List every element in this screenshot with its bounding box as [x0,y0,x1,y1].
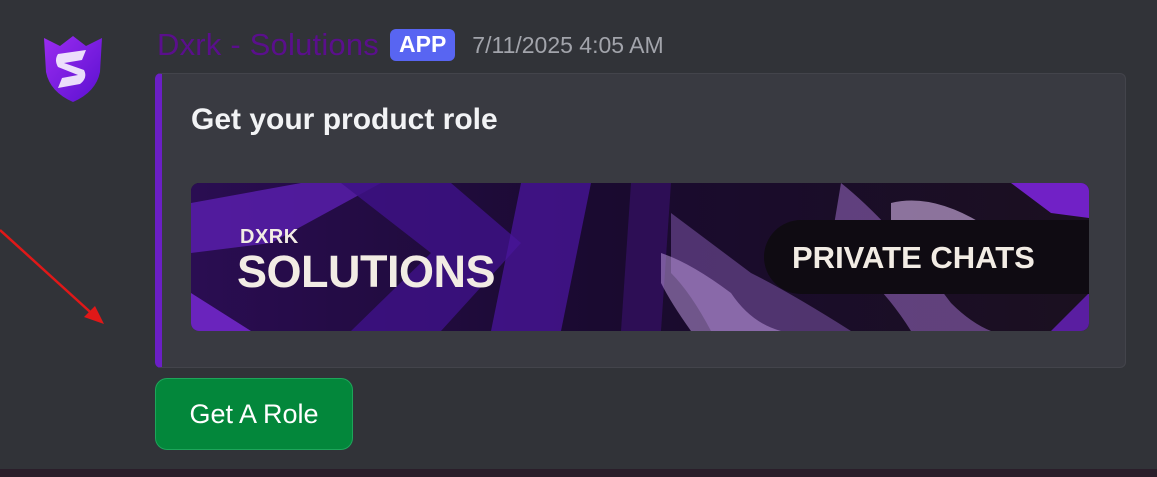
avatar[interactable] [40,32,106,104]
chat-area: Dxrk - Solutions APP 7/11/2025 4:05 AM G… [0,0,1157,477]
banner-big-text: SOLUTIONS [237,246,496,297]
username[interactable]: Dxrk - Solutions [157,27,379,63]
embed-card: Get your product role DXRK SOLUTIONS PRI… [155,73,1126,368]
shield-s-logo-icon [44,36,102,102]
get-a-role-button[interactable]: Get A Role [155,378,353,450]
timestamp[interactable]: 7/11/2025 4:05 AM [472,32,663,59]
embed-title: Get your product role [191,103,498,136]
app-badge: APP [390,29,456,61]
annotation-arrow-icon [0,229,104,324]
embed-banner-image[interactable]: DXRK SOLUTIONS PRIVATE CHATS [191,183,1089,331]
bottom-divider [0,469,1157,477]
message-header: Dxrk - Solutions APP 7/11/2025 4:05 AM [157,26,664,64]
banner-pill-text: PRIVATE CHATS [792,240,1035,275]
